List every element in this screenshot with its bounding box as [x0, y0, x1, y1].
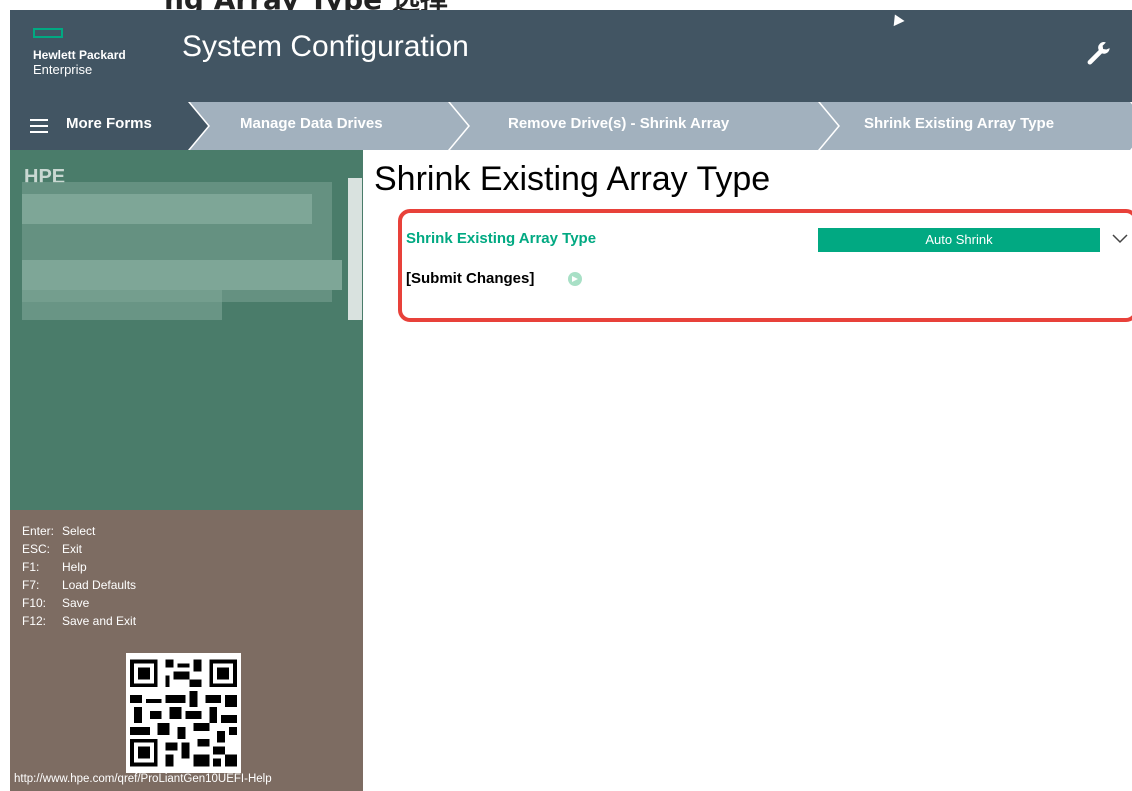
shrink-array-type-label[interactable]: Shrink Existing Array Type — [406, 230, 596, 247]
chevron-down-icon[interactable] — [1112, 232, 1128, 246]
hotkey-action: Load Defaults — [62, 578, 137, 592]
hotkey-list: Enter: Select ESC: Exit F1: Help F7: Load De… — [22, 522, 136, 630]
arrow-right-circle-icon[interactable] — [568, 272, 582, 286]
wrench-icon[interactable] — [1084, 40, 1114, 70]
hotkey-row: F10: Save — [22, 594, 136, 612]
hotkey-row: F7: Load Defaults — [22, 576, 136, 594]
hotkey-action: Help — [62, 560, 87, 574]
redacted-row — [22, 194, 312, 224]
hotkey-row: ESC: Exit — [22, 540, 136, 558]
redacted-row — [22, 290, 222, 320]
app-title: System Configuration — [182, 30, 469, 63]
hotkey-key: Enter: — [22, 524, 55, 538]
brand-name: Hewlett Packard — [33, 48, 126, 62]
hotkey-key: ESC: — [22, 542, 51, 556]
sidebar-help-panel: Enter: Select ESC: Exit F1: Help F7: Load De… — [10, 510, 363, 791]
hotkey-action: Exit — [62, 542, 83, 556]
breadcrumb-label: Shrink Existing Array Type — [864, 115, 1055, 132]
scrollbar[interactable] — [348, 178, 362, 320]
hotkey-key: F7: — [22, 578, 40, 592]
breadcrumb-item-manage-data-drives[interactable]: Manage Data Drives — [190, 102, 468, 150]
sidebar-info-panel: HPE — [10, 150, 363, 510]
select-value[interactable]: Auto Shrink — [818, 228, 1100, 252]
breadcrumb-label: Remove Drive(s) - Shrink Array — [508, 115, 730, 132]
hotkey-row: Enter: Select — [22, 522, 136, 540]
more-forms-button[interactable]: More Forms — [10, 102, 208, 150]
shrink-array-type-select[interactable]: Auto Shrink — [816, 224, 1132, 256]
hotkey-action: Save — [62, 596, 90, 610]
submit-changes-link[interactable]: [Submit Changes] — [406, 270, 534, 287]
hotkey-key: F10: — [22, 596, 47, 610]
menu-icon — [30, 119, 48, 133]
redacted-row — [22, 260, 342, 290]
qr-code-icon — [126, 653, 241, 773]
more-forms-label: More Forms — [66, 115, 152, 132]
breadcrumb-label: Manage Data Drives — [240, 115, 383, 132]
breadcrumb-item-remove-drives[interactable]: Remove Drive(s) - Shrink Array — [450, 102, 838, 150]
app-header: Hewlett Packard Enterprise System Config… — [10, 10, 1132, 102]
hotkey-key: F12: — [22, 614, 47, 628]
help-url-link[interactable]: http://www.hpe.com/qref/ProLiantGen10UEF… — [14, 773, 272, 785]
hpe-logo-icon — [33, 28, 63, 38]
hotkey-action: Save and Exit — [62, 614, 137, 628]
document-caption-fragment: ng Array Type 选择 — [0, 0, 1132, 10]
page-title: Shrink Existing Array Type — [374, 160, 771, 198]
hotkey-row: F1: Help — [22, 558, 136, 576]
hotkey-key: F1: — [22, 560, 40, 574]
hotkey-row: F12: Save and Exit — [22, 612, 136, 630]
breadcrumb-item-shrink-type[interactable]: Shrink Existing Array Type — [820, 102, 1132, 150]
breadcrumb: More Forms Manage Data Drives Remove Dri… — [10, 102, 1132, 150]
brand-subname: Enterprise — [33, 62, 93, 77]
hotkey-action: Select — [62, 524, 96, 538]
